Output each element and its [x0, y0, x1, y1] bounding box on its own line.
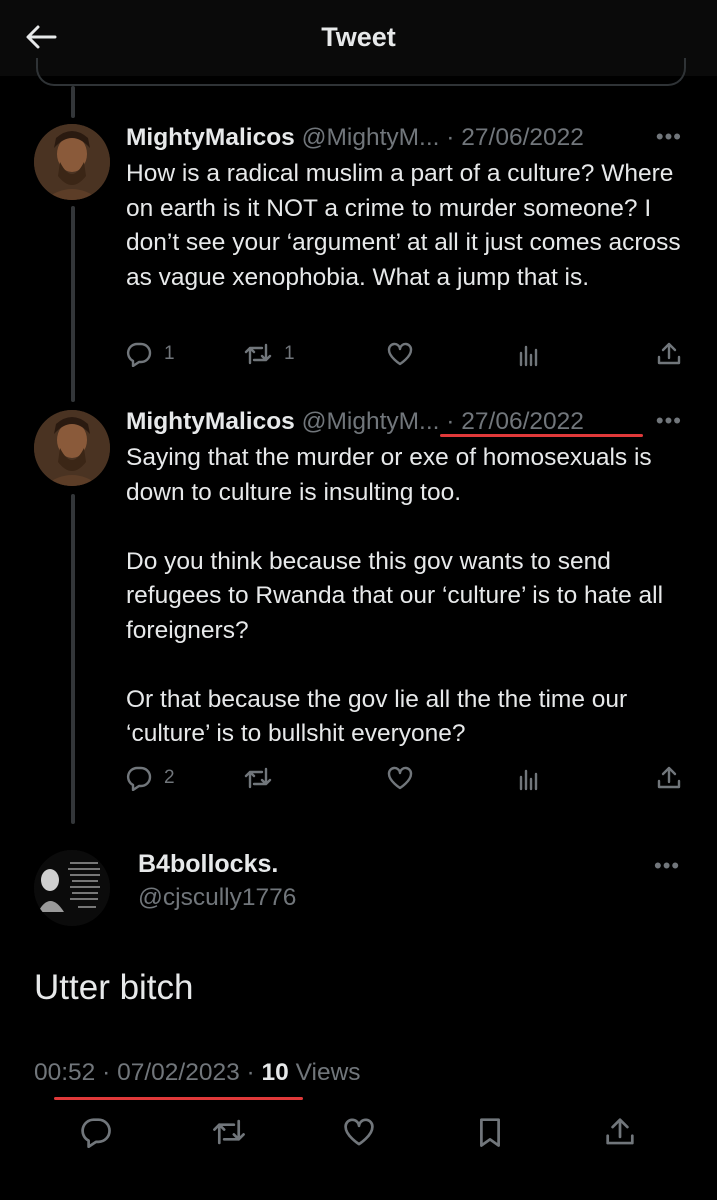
tweet-text: Saying that the murder or exe of homosex…: [126, 444, 664, 747]
retweet-button[interactable]: [212, 1114, 246, 1150]
like-button[interactable]: [342, 1114, 376, 1150]
avatar[interactable]: [34, 850, 110, 926]
tweet-time[interactable]: 00:52: [34, 1059, 95, 1086]
reply-count: 1: [164, 343, 175, 364]
retweet-button[interactable]: [244, 760, 272, 796]
more-icon[interactable]: •••: [656, 408, 682, 434]
views-button[interactable]: [516, 336, 542, 372]
avatar[interactable]: [34, 124, 110, 200]
retweet-icon: [213, 1119, 245, 1145]
reply-icon: [81, 1118, 111, 1148]
timestamp[interactable]: · 27/06/2022: [446, 124, 584, 151]
thread-line: [71, 494, 75, 824]
tweet-actions: 1 1: [126, 336, 686, 372]
retweet-icon: [244, 343, 272, 365]
tweet-text: Utter bitch: [34, 968, 194, 1007]
share-icon: [606, 1118, 634, 1145]
separator: ·: [102, 1059, 111, 1086]
bookmark-icon: [480, 1118, 500, 1147]
tweet-date[interactable]: 07/02/2023: [117, 1059, 240, 1086]
handle[interactable]: @cjscully1776: [138, 884, 296, 912]
views-icon: [519, 345, 538, 367]
share-button[interactable]: [656, 336, 682, 372]
more-icon[interactable]: •••: [656, 124, 682, 150]
reply-button[interactable]: 1: [126, 336, 175, 372]
like-button[interactable]: [386, 760, 414, 796]
more-icon[interactable]: •••: [654, 853, 680, 879]
handle[interactable]: @MightyM...: [302, 408, 440, 435]
tweet-text: How is a radical muslim a part of a cult…: [126, 160, 688, 291]
tweet-meta: 00:52 · 07/02/2023 · 10 Views: [34, 1059, 361, 1087]
reply-icon: [126, 766, 152, 791]
retweet-button[interactable]: 1: [244, 336, 295, 372]
handle[interactable]: @MightyM...: [302, 124, 440, 151]
reply-count: 2: [164, 767, 175, 788]
avatar[interactable]: [34, 410, 110, 486]
page-title: Tweet: [321, 22, 396, 52]
like-icon: [387, 342, 413, 366]
share-icon: [657, 342, 681, 365]
avatar-quote-image: [34, 850, 110, 926]
display-name[interactable]: MightyMalicos: [126, 408, 295, 435]
like-icon: [387, 766, 413, 790]
separator: ·: [246, 1059, 255, 1086]
reply-button[interactable]: 2: [126, 760, 175, 796]
thread-line: [71, 86, 75, 118]
reply-icon: [126, 342, 152, 367]
main-tweet-actions: [80, 1114, 640, 1150]
reply-button[interactable]: [80, 1114, 112, 1150]
previous-card-edge: [36, 58, 686, 86]
bookmark-button[interactable]: [476, 1114, 504, 1150]
views-icon: [519, 769, 538, 791]
like-icon: [344, 1118, 374, 1146]
share-button[interactable]: [604, 1114, 636, 1150]
views-button[interactable]: [516, 760, 542, 796]
display-name[interactable]: B4bollocks.: [138, 850, 278, 879]
reply-tweet[interactable]: MightyMalicos @MightyM... · 27/06/2022 •…: [126, 122, 686, 295]
annotation-underline: [440, 434, 643, 437]
timestamp[interactable]: · 27/06/2022: [446, 408, 584, 435]
tweet-header: MightyMalicos @MightyM... · 27/06/2022: [126, 122, 686, 154]
avatar-portrait: [34, 410, 110, 486]
share-button[interactable]: [656, 760, 682, 796]
views-count: 10: [261, 1059, 289, 1086]
tweet-actions: 2: [126, 760, 686, 796]
annotation-underline: [54, 1097, 303, 1100]
reply-tweet[interactable]: MightyMalicos @MightyM... · 27/06/2022 •…: [126, 406, 686, 752]
share-icon: [657, 766, 681, 789]
views-label: Views: [295, 1059, 361, 1086]
like-button[interactable]: [386, 336, 414, 372]
retweet-icon: [244, 767, 272, 789]
retweet-count: 1: [284, 343, 295, 364]
thread-line: [71, 206, 75, 402]
avatar-portrait: [34, 124, 110, 200]
display-name[interactable]: MightyMalicos: [126, 124, 295, 151]
